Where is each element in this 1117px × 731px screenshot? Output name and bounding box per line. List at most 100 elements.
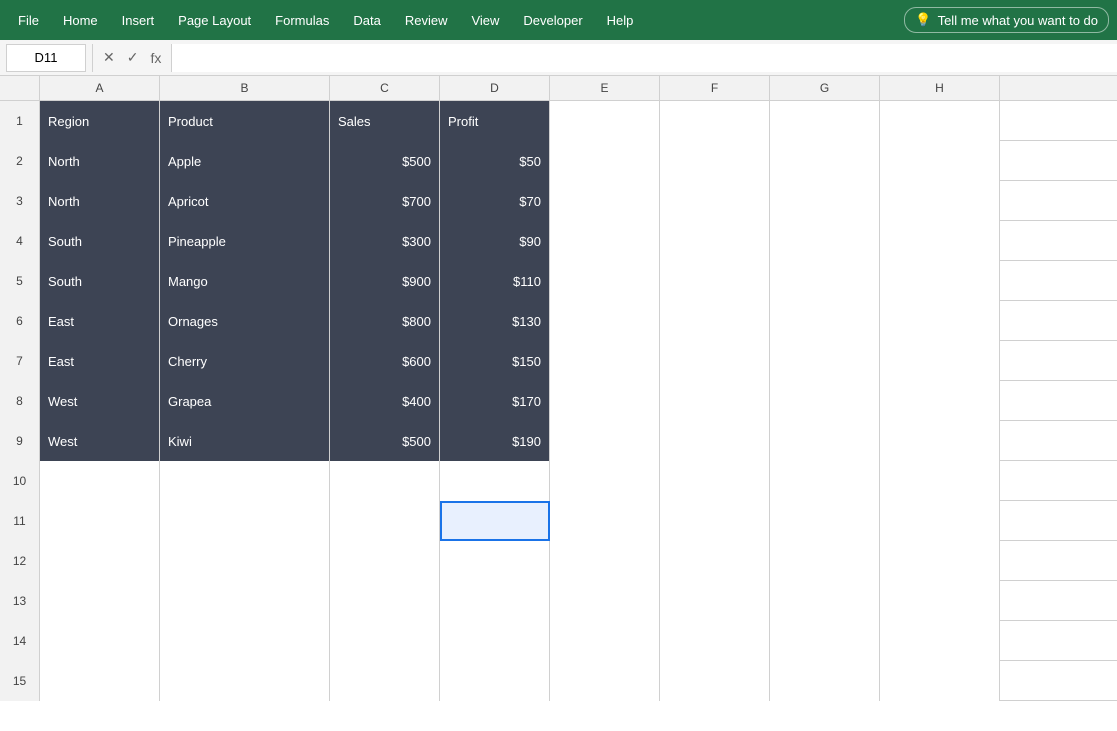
menu-page-layout[interactable]: Page Layout xyxy=(168,7,261,34)
list-item[interactable]: Cherry xyxy=(160,341,330,381)
list-item[interactable] xyxy=(440,461,550,501)
list-item[interactable] xyxy=(880,501,1000,541)
list-item[interactable] xyxy=(880,101,1000,141)
list-item[interactable] xyxy=(550,181,660,221)
list-item[interactable] xyxy=(880,581,1000,621)
list-item[interactable] xyxy=(330,581,440,621)
list-item[interactable]: East xyxy=(40,301,160,341)
list-item[interactable]: $110 xyxy=(440,261,550,301)
list-item[interactable] xyxy=(660,381,770,421)
menu-home[interactable]: Home xyxy=(53,7,108,34)
list-item[interactable]: $50 xyxy=(440,141,550,181)
list-item[interactable] xyxy=(330,661,440,701)
list-item[interactable] xyxy=(440,621,550,661)
list-item[interactable] xyxy=(880,181,1000,221)
list-item[interactable] xyxy=(660,341,770,381)
list-item[interactable]: Region xyxy=(40,101,160,141)
list-item[interactable] xyxy=(660,301,770,341)
col-header-g[interactable]: G xyxy=(770,76,880,100)
list-item[interactable] xyxy=(160,621,330,661)
list-item[interactable] xyxy=(770,421,880,461)
list-item[interactable] xyxy=(550,261,660,301)
list-item[interactable] xyxy=(550,661,660,701)
menu-review[interactable]: Review xyxy=(395,7,458,34)
list-item[interactable] xyxy=(660,141,770,181)
list-item[interactable] xyxy=(660,661,770,701)
list-item[interactable] xyxy=(880,301,1000,341)
list-item[interactable] xyxy=(550,421,660,461)
list-item[interactable] xyxy=(770,381,880,421)
list-item[interactable] xyxy=(550,541,660,581)
list-item[interactable] xyxy=(660,261,770,301)
list-item[interactable] xyxy=(550,621,660,661)
list-item[interactable]: West xyxy=(40,381,160,421)
list-item[interactable]: West xyxy=(40,421,160,461)
list-item[interactable] xyxy=(880,341,1000,381)
list-item[interactable]: Apricot xyxy=(160,181,330,221)
formula-input[interactable] xyxy=(171,44,1117,72)
list-item[interactable] xyxy=(550,581,660,621)
menu-help[interactable]: Help xyxy=(597,7,644,34)
fx-icon[interactable]: fx xyxy=(146,48,165,68)
col-header-d[interactable]: D xyxy=(440,76,550,100)
list-item[interactable] xyxy=(770,581,880,621)
col-header-e[interactable]: E xyxy=(550,76,660,100)
list-item[interactable] xyxy=(550,101,660,141)
col-header-f[interactable]: F xyxy=(660,76,770,100)
list-item[interactable]: $400 xyxy=(330,381,440,421)
list-item[interactable] xyxy=(880,221,1000,261)
list-item[interactable] xyxy=(550,501,660,541)
list-item[interactable] xyxy=(160,461,330,501)
list-item[interactable]: $70 xyxy=(440,181,550,221)
col-header-h[interactable]: H xyxy=(880,76,1000,100)
list-item[interactable]: Mango xyxy=(160,261,330,301)
col-header-b[interactable]: B xyxy=(160,76,330,100)
col-header-a[interactable]: A xyxy=(40,76,160,100)
list-item[interactable] xyxy=(440,661,550,701)
list-item[interactable]: North xyxy=(40,141,160,181)
list-item[interactable]: Sales xyxy=(330,101,440,141)
list-item[interactable]: $700 xyxy=(330,181,440,221)
list-item[interactable]: $500 xyxy=(330,421,440,461)
list-item[interactable] xyxy=(550,221,660,261)
menu-file[interactable]: File xyxy=(8,7,49,34)
menu-developer[interactable]: Developer xyxy=(513,7,592,34)
list-item[interactable]: North xyxy=(40,181,160,221)
list-item[interactable] xyxy=(660,221,770,261)
menu-view[interactable]: View xyxy=(461,7,509,34)
menu-formulas[interactable]: Formulas xyxy=(265,7,339,34)
list-item[interactable]: $500 xyxy=(330,141,440,181)
list-item[interactable]: $300 xyxy=(330,221,440,261)
list-item[interactable] xyxy=(40,461,160,501)
name-box[interactable] xyxy=(6,44,86,72)
list-item[interactable] xyxy=(660,541,770,581)
list-item[interactable]: $130 xyxy=(440,301,550,341)
list-item[interactable] xyxy=(770,461,880,501)
list-item[interactable] xyxy=(880,461,1000,501)
list-item[interactable]: South xyxy=(40,221,160,261)
list-item[interactable]: Product xyxy=(160,101,330,141)
list-item[interactable] xyxy=(660,581,770,621)
list-item[interactable] xyxy=(770,341,880,381)
list-item[interactable] xyxy=(550,461,660,501)
list-item[interactable]: $600 xyxy=(330,341,440,381)
list-item[interactable] xyxy=(660,621,770,661)
list-item[interactable] xyxy=(770,101,880,141)
list-item[interactable]: Pineapple xyxy=(160,221,330,261)
list-item[interactable] xyxy=(880,381,1000,421)
list-item[interactable] xyxy=(770,141,880,181)
list-item[interactable] xyxy=(880,421,1000,461)
list-item[interactable] xyxy=(440,541,550,581)
list-item[interactable] xyxy=(160,501,330,541)
list-item[interactable]: $190 xyxy=(440,421,550,461)
list-item[interactable] xyxy=(770,261,880,301)
confirm-icon[interactable]: ✓ xyxy=(123,47,143,68)
menu-data[interactable]: Data xyxy=(343,7,390,34)
list-item[interactable] xyxy=(40,581,160,621)
list-item[interactable] xyxy=(40,661,160,701)
list-item[interactable] xyxy=(160,541,330,581)
list-item[interactable] xyxy=(330,461,440,501)
list-item[interactable] xyxy=(40,501,160,541)
list-item[interactable] xyxy=(660,421,770,461)
menu-insert[interactable]: Insert xyxy=(112,7,165,34)
